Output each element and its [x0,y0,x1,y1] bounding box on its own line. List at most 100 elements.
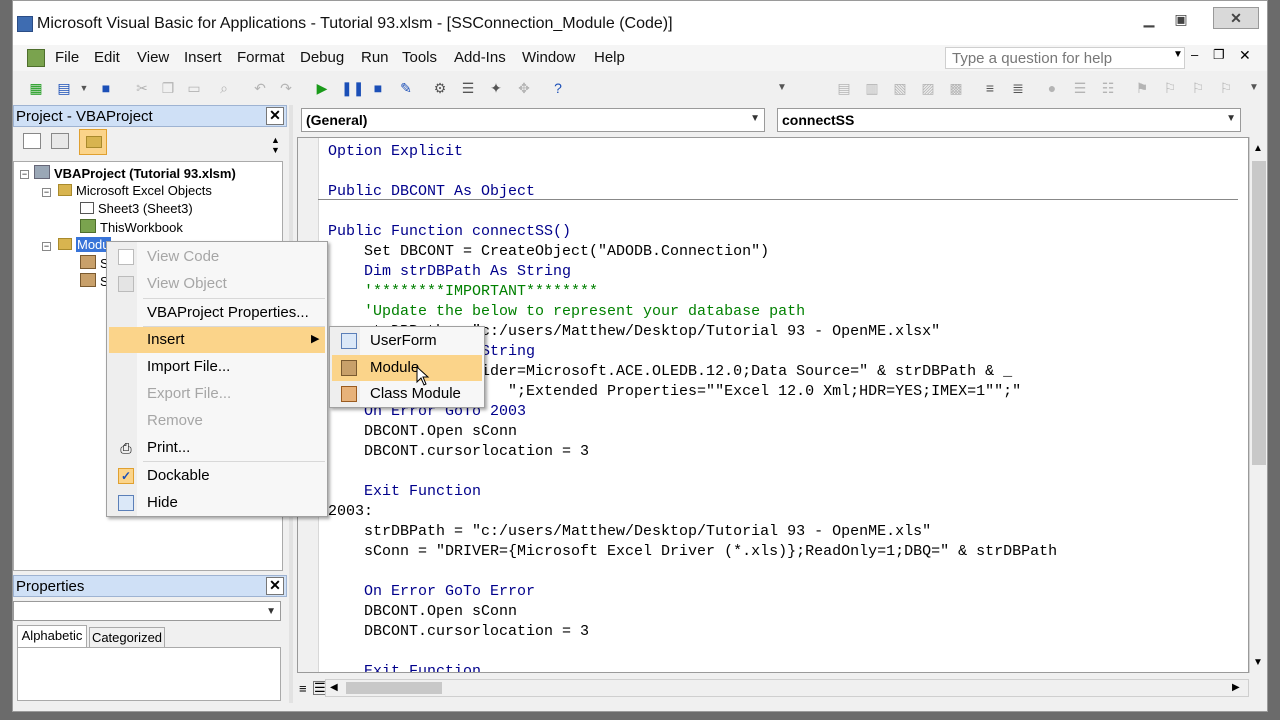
minimize-icon[interactable]: ▁ [1135,9,1163,31]
insert-object-icon[interactable]: ▤ [55,79,73,97]
menu-tools[interactable]: Tools [402,49,437,66]
parameter-info-icon[interactable]: ▨ [919,79,937,97]
properties-panel-close-icon[interactable]: ✕ [266,577,284,595]
scroll-down-icon[interactable]: ▼ [1253,657,1263,668]
code-line[interactable]: DBCONT.cursorlocation = 3 [328,622,589,642]
doc-minimize-icon[interactable]: – [1191,47,1198,62]
toggle-folders-button[interactable] [79,129,107,155]
code-line[interactable]: strDBPath = "c:/users/Matthew/Desktop/Tu… [328,522,931,542]
code-line[interactable]: 'Update the below to represent your data… [328,302,805,322]
procedure-view-icon[interactable]: ≡ [299,681,307,696]
tree-thisworkbook[interactable]: ThisWorkbook [80,219,183,237]
excel-icon[interactable] [27,49,45,67]
menu-remove[interactable]: Remove [109,408,325,434]
comment-block-icon[interactable]: ☰ [1071,79,1089,97]
copy-icon[interactable]: ❐ [159,79,177,97]
menu-view-code[interactable]: View Code [109,244,325,270]
tree-modules[interactable]: Modu [58,237,111,255]
next-bookmark-icon[interactable]: ⚐ [1161,79,1179,97]
previous-bookmark-icon[interactable]: ⚐ [1189,79,1207,97]
uncomment-block-icon[interactable]: ☷ [1099,79,1117,97]
menu-vbaproject-properties[interactable]: VBAProject Properties... [109,300,325,326]
menu-export-file[interactable]: Export File... [109,381,325,407]
indent-icon[interactable]: ≡ [981,79,999,97]
find-icon[interactable]: ⌕ [215,79,233,97]
menu-print[interactable]: ⎙ Print... [109,435,325,461]
list-constants-icon[interactable]: ▥ [863,79,881,97]
help-search-box[interactable]: Type a question for help [945,47,1185,69]
code-line[interactable]: Option Explicit [328,142,463,162]
break-icon[interactable]: ❚❚ [341,79,364,97]
code-line[interactable]: DBCONT.Open sConn [328,422,517,442]
code-line[interactable]: Public Function connectSS() [328,222,571,242]
expand-excel-objects-icon[interactable]: − [42,188,51,197]
tree-module-item[interactable]: S [80,255,109,273]
menu-file[interactable]: File [55,49,79,66]
code-line[interactable]: Set DBCONT = CreateObject("ADODB.Connect… [328,242,769,262]
submenu-class-module[interactable]: Class Module [332,381,482,407]
code-line[interactable]: 2003: [328,502,373,522]
tree-excel-objects[interactable]: Microsoft Excel Objects [58,183,212,201]
tree-root[interactable]: VBAProject (Tutorial 93.xlsm) [34,165,236,183]
list-properties-icon[interactable]: ▤ [835,79,853,97]
expand-modules-icon[interactable]: − [42,242,51,251]
code-line[interactable]: '********IMPORTANT******** [328,282,598,302]
paste-icon[interactable]: ▭ [185,79,203,97]
expand-root-icon[interactable]: − [20,170,29,179]
outdent-icon[interactable]: ≣ [1009,79,1027,97]
object-combo[interactable]: (General) ▼ [301,108,765,132]
vertical-scroll-thumb[interactable] [1252,161,1266,465]
view-excel-icon[interactable]: ▦ [27,79,45,97]
menu-hide[interactable]: Hide [109,490,325,516]
toggle-bookmark-icon[interactable]: ⚑ [1133,79,1151,97]
code-line[interactable]: On Error GoTo Error [328,582,535,602]
help-dropdown-icon[interactable]: ▼ [1173,49,1183,60]
code-line[interactable]: Exit Function [328,662,481,672]
run-icon[interactable]: ▶ [313,79,331,97]
code-line[interactable]: DBCONT.cursorlocation = 3 [328,442,589,462]
toggle-breakpoint-icon[interactable]: ● [1043,79,1061,97]
scroll-left-icon[interactable]: ◀ [330,682,338,693]
close-icon[interactable]: ✕ [1213,7,1259,29]
menu-run[interactable]: Run [361,49,389,66]
quick-info-icon[interactable]: ▧ [891,79,909,97]
submenu-userform[interactable]: UserForm [332,328,482,354]
menu-view-object[interactable]: View Object [109,271,325,297]
maximize-icon[interactable]: ▣ [1167,9,1195,31]
toolbar-overflow-icon[interactable]: ▼ [773,79,791,97]
horizontal-scrollbar[interactable]: ◀ ▶ [325,679,1249,697]
doc-restore-icon[interactable]: ❐ [1213,47,1225,63]
object-browser-icon[interactable]: ✦ [487,79,505,97]
undo-icon[interactable]: ↶ [251,79,269,97]
code-line[interactable]: Exit Function [328,482,481,502]
tab-alphabetic[interactable]: Alphabetic [17,625,87,647]
edit-toolbar-overflow-icon[interactable]: ▼ [1245,79,1263,97]
complete-word-icon[interactable]: ▩ [947,79,965,97]
clear-bookmarks-icon[interactable]: ⚐ [1217,79,1235,97]
code-line[interactable]: sConn = "DRIVER={Microsoft Excel Driver … [328,542,1057,562]
menu-dockable[interactable]: ✓ Dockable [109,463,325,489]
menu-debug[interactable]: Debug [300,49,344,66]
menu-edit[interactable]: Edit [94,49,120,66]
doc-close-icon[interactable]: ✕ [1239,47,1251,64]
code-line[interactable]: Public DBCONT As Object [328,182,535,202]
tree-sheet3[interactable]: Sheet3 (Sheet3) [80,201,193,219]
submenu-module[interactable]: Module [332,355,482,381]
toolbox-icon[interactable]: ✥ [515,79,533,97]
tab-categorized[interactable]: Categorized [89,627,165,647]
scroll-up-icon[interactable]: ▲ [1253,143,1263,154]
properties-window-icon[interactable]: ☰ [459,79,477,97]
properties-grid[interactable] [17,647,281,701]
view-code-icon[interactable] [23,133,41,149]
menu-help[interactable]: Help [594,49,625,66]
vertical-scrollbar[interactable]: ▲ ▼ [1249,137,1267,673]
menu-format[interactable]: Format [237,49,285,66]
redo-icon[interactable]: ↷ [277,79,295,97]
help-icon[interactable]: ? [549,79,567,97]
tree-module-item[interactable]: S [80,273,109,291]
menu-insert[interactable]: Insert [184,49,222,66]
cut-icon[interactable]: ✂ [133,79,151,97]
project-panel-close-icon[interactable]: ✕ [266,107,284,125]
code-line[interactable]: Dim strDBPath As String [328,262,571,282]
save-icon[interactable]: ■ [97,79,115,97]
